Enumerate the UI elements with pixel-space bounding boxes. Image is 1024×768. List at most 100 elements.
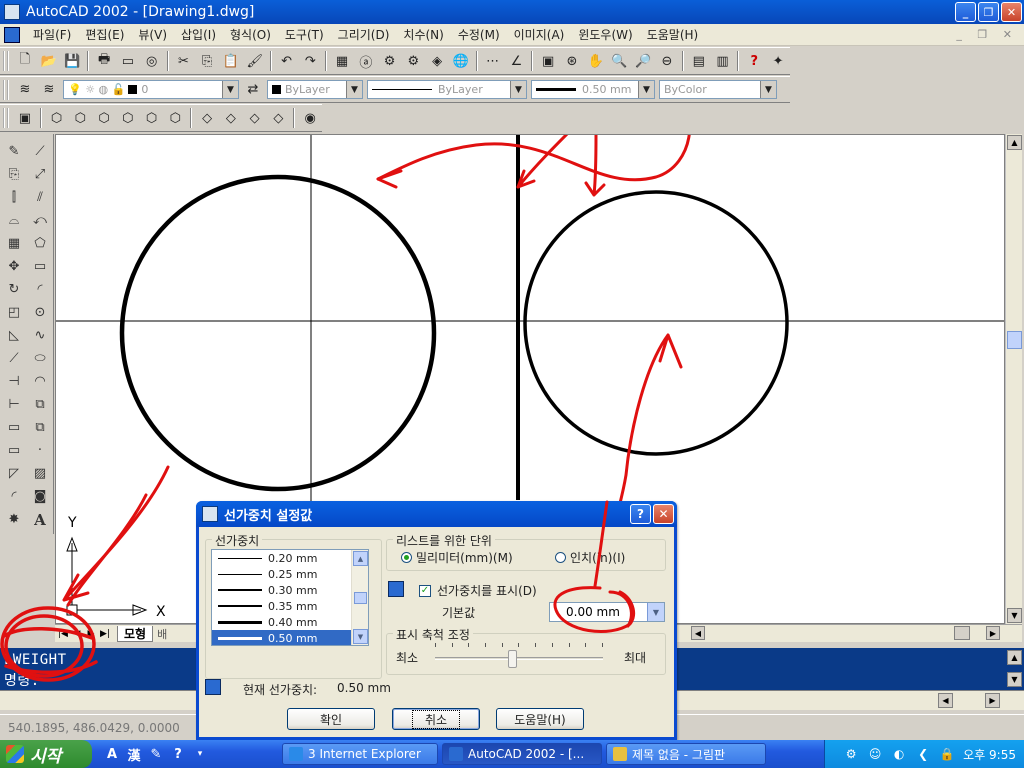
start-button[interactable]: 시작 <box>0 740 92 768</box>
open-icon[interactable]: 📂 <box>38 50 60 72</box>
taskbar-task-button[interactable]: 제목 없음 - 그림판 <box>606 743 766 765</box>
plotstyle-dropdown[interactable]: ByColor ▼ <box>659 80 777 99</box>
mirror-icon[interactable]: ⫿ <box>3 186 25 209</box>
display-lineweight-checkbox[interactable]: ✓ 선가중치를 표시(D) <box>419 582 537 599</box>
hyperlink-icon[interactable]: ⓐ <box>355 50 377 72</box>
point-icon[interactable]: · <box>29 439 51 462</box>
make-block-icon[interactable]: ⧉ <box>29 416 51 439</box>
slider-thumb[interactable] <box>508 650 518 668</box>
ok-button[interactable]: 확인 <box>287 708 375 730</box>
break-at-point-icon[interactable]: ▭ <box>3 439 25 462</box>
lineweight-list-scrollbar[interactable]: ▲ ▼ <box>351 550 368 645</box>
back-view-icon[interactable]: ⬡ <box>164 107 186 129</box>
cmd-scroll-right-icon[interactable]: ▶ <box>985 693 1000 708</box>
dialog-close-button[interactable]: ✕ <box>653 504 674 524</box>
chevron-down-icon[interactable]: ▼ <box>346 81 362 98</box>
polygon-icon[interactable]: ⬠ <box>29 232 51 255</box>
security-icon[interactable]: 🔒 <box>939 746 955 762</box>
redo-icon[interactable]: ↷ <box>299 50 321 72</box>
lengthen-icon[interactable]: ⟋ <box>3 347 25 370</box>
tab-layout[interactable]: 배 <box>157 626 167 642</box>
autocad-app-icon[interactable] <box>4 4 20 20</box>
menu-file[interactable]: 파일(F) <box>26 26 78 43</box>
se-iso-icon[interactable]: ◇ <box>220 107 242 129</box>
chamfer-icon[interactable]: ◸ <box>3 462 25 485</box>
hscroll-thumb[interactable] <box>954 626 970 640</box>
toolbar-grip[interactable] <box>3 108 9 128</box>
multiline-text-icon[interactable]: A <box>29 508 51 531</box>
print-icon[interactable]: 🖶 <box>93 50 115 72</box>
design-center-icon[interactable]: ▥ <box>712 50 734 72</box>
lineweight-list-item[interactable]: 0.50 mm <box>212 630 368 645</box>
paste-icon[interactable]: 📋 <box>220 50 242 72</box>
trim-icon[interactable]: ⊣ <box>3 370 25 393</box>
nw-iso-icon[interactable]: ◇ <box>267 107 289 129</box>
menu-modify[interactable]: 수정(M) <box>451 26 507 43</box>
sw-iso-icon[interactable]: ◇ <box>196 107 218 129</box>
line-icon[interactable]: ⟋ <box>29 140 51 163</box>
named-views-icon[interactable]: ▣ <box>537 50 559 72</box>
ellipse-arc-icon[interactable]: ◠ <box>29 370 51 393</box>
break-icon[interactable]: ▭ <box>3 416 25 439</box>
menu-help[interactable]: 도움말(H) <box>640 26 706 43</box>
toolbar-grip[interactable] <box>3 51 9 71</box>
lineweight-list-item[interactable]: 0.35 mm <box>212 598 368 614</box>
cmd-scroll-left-icon[interactable]: ◀ <box>938 693 953 708</box>
multiline-icon[interactable]: ⫽ <box>29 186 51 209</box>
move-icon[interactable]: ✥ <box>3 255 25 278</box>
list-scroll-down-icon[interactable]: ▼ <box>353 629 368 644</box>
today-icon[interactable]: ▦ <box>331 50 353 72</box>
meet-now-icon[interactable]: ⚙ <box>379 50 401 72</box>
stretch-icon[interactable]: ◺ <box>3 324 25 347</box>
ime-tools-icon[interactable]: ✎ <box>146 744 166 764</box>
chevron-down-icon[interactable]: ▼ <box>638 81 654 98</box>
tab-model[interactable]: 모형 <box>117 625 154 642</box>
vertical-scrollbar[interactable]: ▲ ▼ <box>1005 134 1022 624</box>
cancel-button[interactable]: 취소 <box>392 708 480 730</box>
rectangle-icon[interactable]: ▭ <box>29 255 51 278</box>
polyline-icon[interactable]: ⤺ <box>29 209 51 232</box>
clock[interactable]: 오후 9:55 <box>963 746 1016 763</box>
insert-block-icon[interactable]: ⧉ <box>29 393 51 416</box>
dialog-help-button[interactable]: ? <box>630 504 651 524</box>
menu-insert[interactable]: 삽입(I) <box>174 26 223 43</box>
menu-edit[interactable]: 편집(E) <box>78 26 131 43</box>
ime-help-icon[interactable]: ? <box>168 744 188 764</box>
restore-button[interactable]: ❐ <box>978 2 999 22</box>
hscroll-left-icon[interactable]: ◀ <box>691 626 705 640</box>
chevron-down-icon[interactable]: ▼ <box>760 81 776 98</box>
color-dropdown[interactable]: ByLayer ▼ <box>267 80 363 99</box>
toolbar-grip[interactable] <box>3 79 9 100</box>
hatch-icon[interactable]: ▨ <box>29 462 51 485</box>
right-view-icon[interactable]: ⬡ <box>117 107 139 129</box>
cmd-scroll-up-icon[interactable]: ▲ <box>1007 650 1022 665</box>
expand-tray-icon[interactable]: ❮ <box>915 746 931 762</box>
lineweight-list-item[interactable]: 0.25 mm <box>212 566 368 582</box>
copy-icon[interactable]: ⎘ <box>196 50 218 72</box>
chevron-down-icon[interactable]: ▼ <box>510 81 526 98</box>
taskbar-task-button[interactable]: AutoCAD 2002 - [... <box>442 743 602 765</box>
scroll-down-icon[interactable]: ▼ <box>1007 608 1022 623</box>
chevron-down-icon[interactable]: ▼ <box>222 81 238 98</box>
tracking-icon[interactable]: ⋯ <box>482 50 504 72</box>
menu-dimension[interactable]: 치수(N) <box>396 26 450 43</box>
left-view-icon[interactable]: ⬡ <box>93 107 115 129</box>
close-button[interactable]: ✕ <box>1001 2 1022 22</box>
list-scroll-up-icon[interactable]: ▲ <box>353 551 368 566</box>
offset-icon[interactable]: ⌓ <box>3 209 25 232</box>
minimize-button[interactable]: _ <box>955 2 976 22</box>
menu-image[interactable]: 이미지(A) <box>507 26 572 43</box>
spline-icon[interactable]: ∿ <box>29 324 51 347</box>
mdi-controls[interactable]: _ ❐ ✕ <box>956 28 1018 41</box>
ime-options-icon[interactable]: ▾ <box>190 744 210 764</box>
ellipse-icon[interactable]: ⬭ <box>29 347 51 370</box>
array-icon[interactable]: ▦ <box>3 232 25 255</box>
region-icon[interactable]: ◙ <box>29 485 51 508</box>
3d-orbit-icon[interactable]: ⊛ <box>561 50 583 72</box>
taskbar-task-button[interactable]: 3 Internet Explorer <box>282 743 438 765</box>
list-scroll-thumb[interactable] <box>354 592 367 604</box>
menu-view[interactable]: 뷰(V) <box>131 26 174 43</box>
lineweight-list-item[interactable]: 0.30 mm <box>212 582 368 598</box>
ime-hanja-icon[interactable]: 漢 <box>124 744 144 764</box>
lineweight-dropdown[interactable]: 0.50 mm ▼ <box>531 80 655 99</box>
